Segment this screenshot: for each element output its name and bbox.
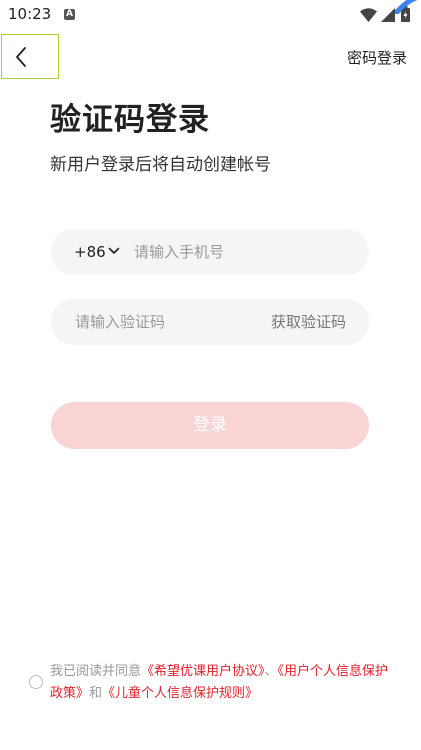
phone-input[interactable]: [134, 229, 354, 275]
agreement-prefix: 我已阅读并同意: [50, 664, 142, 679]
agreement-conjunction: 和: [89, 686, 103, 701]
agreement-separator: 、: [264, 664, 278, 679]
cellular-signal-icon: [381, 7, 395, 26]
children-privacy-rules-link[interactable]: 《儿童个人信息保护规则》: [102, 686, 258, 701]
wifi-icon: [360, 7, 377, 26]
chevron-down-icon: [108, 247, 119, 254]
user-agreement-link[interactable]: 《希望优课用户协议》: [141, 664, 265, 679]
get-code-button[interactable]: 获取验证码: [271, 299, 346, 345]
status-bar: 10:23 A: [0, 0, 421, 30]
country-code-value: +86: [74, 243, 106, 261]
agreement-text: 我已阅读并同意《希望优课用户协议》、《用户个人信息保护政策》和《儿童个人信息保护…: [50, 661, 400, 705]
code-input-row: 获取验证码: [51, 299, 369, 345]
login-button[interactable]: 登录: [51, 402, 369, 449]
page-title: 验证码登录: [50, 102, 210, 138]
chevron-left-icon: [16, 47, 26, 67]
back-button[interactable]: [1, 34, 59, 79]
verification-code-input[interactable]: [75, 299, 245, 345]
corner-decoration-icon: [394, 0, 421, 18]
phone-input-row: +86: [51, 229, 369, 275]
agreement-checkbox[interactable]: [29, 675, 43, 689]
password-login-link[interactable]: 密码登录: [347, 47, 407, 68]
page-subtitle: 新用户登录后将自动创建帐号: [50, 155, 271, 175]
login-screen: 10:23 A 密码登录 验证码登录 新用户登录后将自动创建帐号 +86 获取验…: [0, 0, 421, 750]
country-code-selector[interactable]: +86: [74, 229, 120, 275]
status-time: 10:23: [8, 5, 52, 23]
notification-a-icon: A: [64, 9, 75, 20]
